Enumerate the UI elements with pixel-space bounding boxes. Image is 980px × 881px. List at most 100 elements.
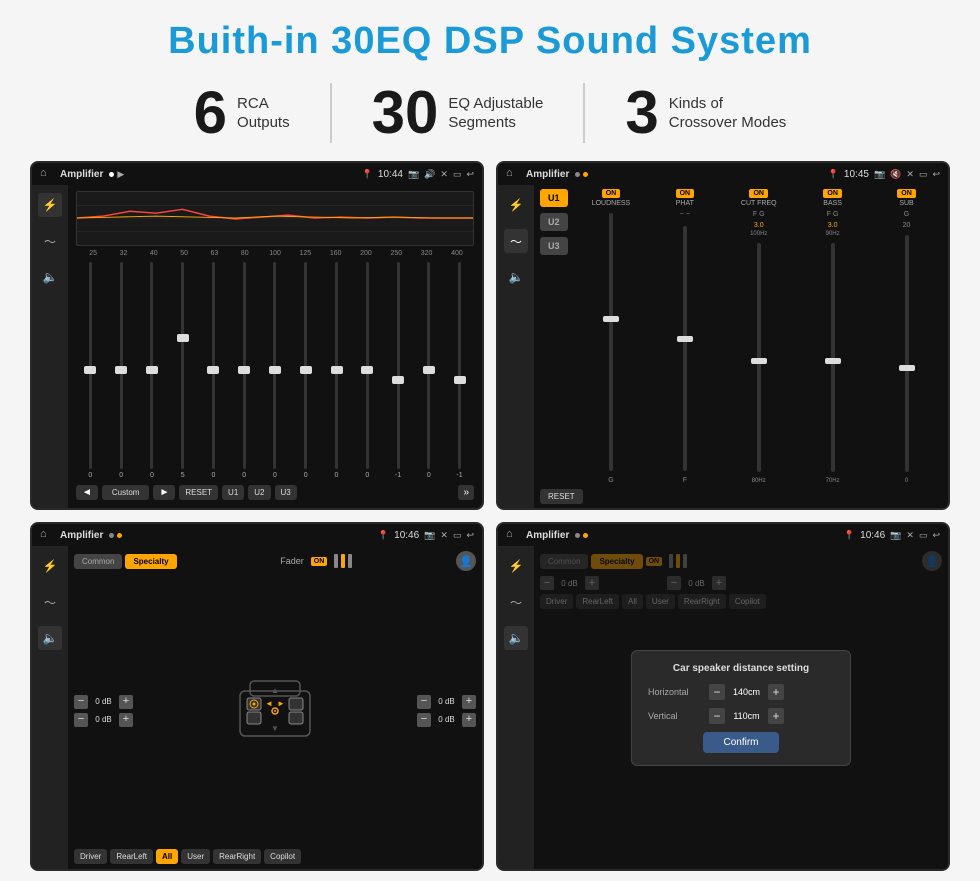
ctrl-bass: ON BASS F G 3.0 90Hz: [797, 189, 868, 484]
db-minus-rl[interactable]: −: [74, 713, 88, 727]
loudness-label: LOUDNESS: [592, 200, 631, 207]
wave-icon[interactable]: 〜: [38, 229, 62, 253]
rearright-btn-bl[interactable]: RearRight: [213, 849, 261, 864]
eq-icon-tr[interactable]: ⚡: [504, 193, 528, 217]
on-sub[interactable]: ON: [897, 189, 916, 198]
reset-crossover-btn[interactable]: RESET: [540, 489, 583, 504]
next-preset-btn[interactable]: ►: [153, 485, 175, 500]
freq-125: 125: [290, 250, 320, 257]
status-left-br: ⌂ Amplifier: [506, 528, 588, 542]
eq-icon[interactable]: ⚡: [38, 193, 62, 217]
slider-13[interactable]: -1: [445, 262, 474, 479]
tab-common-bl[interactable]: Common: [74, 554, 122, 569]
freq-320: 320: [411, 250, 441, 257]
copilot-btn-bl[interactable]: Copilot: [264, 849, 301, 864]
back-icon-br[interactable]: ↩: [932, 530, 940, 541]
crossover-bottom: RESET: [540, 484, 942, 504]
u3-crossover-btn[interactable]: U3: [540, 237, 568, 255]
expand-btn[interactable]: »: [458, 485, 474, 500]
person-icon[interactable]: 👤: [456, 551, 476, 571]
dot-tr1: [575, 172, 580, 177]
slider-6[interactable]: 0: [230, 262, 259, 479]
pin-icon-br: 📍: [844, 530, 855, 541]
db-value-fl: 0 dB: [91, 697, 116, 706]
slider-12[interactable]: 0: [414, 262, 443, 479]
speaker-icon-br[interactable]: 🔈: [504, 626, 528, 650]
speaker-icon-bl[interactable]: 🔈: [38, 626, 62, 650]
on-badge-fader[interactable]: ON: [311, 557, 328, 566]
horizontal-plus-btn[interactable]: +: [768, 684, 784, 700]
driver-btn-bl[interactable]: Driver: [74, 849, 107, 864]
all-btn-bl[interactable]: All: [156, 849, 178, 864]
home-icon-tr[interactable]: ⌂: [506, 167, 520, 181]
slider-3[interactable]: 0: [138, 262, 167, 479]
bass-hz: 90Hz: [826, 231, 840, 237]
reset-btn[interactable]: RESET: [179, 485, 218, 500]
slider-7[interactable]: 0: [261, 262, 290, 479]
user-btn-bl[interactable]: User: [181, 849, 210, 864]
home-icon-tl[interactable]: ⌂: [40, 167, 54, 181]
slider-2[interactable]: 0: [107, 262, 136, 479]
wave-icon-tr[interactable]: 〜: [504, 229, 528, 253]
db-minus-fr[interactable]: −: [417, 695, 431, 709]
fader-left-sliders: − 0 dB + − 0 dB +: [74, 576, 133, 845]
loudness-slider[interactable]: [609, 213, 613, 471]
horizontal-minus-btn[interactable]: −: [709, 684, 725, 700]
slider-1[interactable]: 0: [76, 262, 105, 479]
wave-icon-bl[interactable]: 〜: [38, 590, 62, 614]
home-icon-br[interactable]: ⌂: [506, 528, 520, 542]
on-phat[interactable]: ON: [676, 189, 695, 198]
on-cutfreq[interactable]: ON: [749, 189, 768, 198]
wave-icon-br[interactable]: 〜: [504, 590, 528, 614]
tab-specialty-bl[interactable]: Specialty: [125, 554, 176, 569]
screens-grid: ⌂ Amplifier ▶ 📍 10:44 📷 🔊 ✕ ▭ ↩: [30, 161, 950, 871]
volume-icon-br: ✕: [906, 530, 914, 541]
db-plus-rl[interactable]: +: [119, 713, 133, 727]
on-loudness[interactable]: ON: [602, 189, 621, 198]
slider-8[interactable]: 0: [291, 262, 320, 479]
back-icon-tr[interactable]: ↩: [932, 169, 940, 180]
fader-label: Fader: [280, 556, 304, 566]
speaker-icon[interactable]: 🔈: [38, 265, 62, 289]
slider-4[interactable]: 5: [168, 262, 197, 479]
stat-number-crossover: 3: [625, 83, 658, 143]
status-right-tl: 📍 10:44 📷 🔊 ✕ ▭ ↩: [362, 169, 474, 180]
freq-100: 100: [260, 250, 290, 257]
bass-slider[interactable]: [831, 243, 835, 472]
eq-icon-br[interactable]: ⚡: [504, 554, 528, 578]
prev-preset-btn[interactable]: ◄: [76, 485, 98, 500]
home-icon-bl[interactable]: ⌂: [40, 528, 54, 542]
ctrl-phat: ON PHAT ~ ~ F: [649, 189, 720, 484]
eq-icon-bl[interactable]: ⚡: [38, 554, 62, 578]
app-name-tr: Amplifier: [526, 169, 569, 180]
db-minus-fl[interactable]: −: [74, 695, 88, 709]
db-minus-rr[interactable]: −: [417, 713, 431, 727]
slider-5[interactable]: 0: [199, 262, 228, 479]
freq-50: 50: [169, 250, 199, 257]
cutfreq-slider[interactable]: [757, 243, 761, 472]
db-plus-fl[interactable]: +: [119, 695, 133, 709]
fader-car-area: − 0 dB + − 0 dB +: [74, 576, 476, 845]
speaker-icon-tr[interactable]: 🔈: [504, 265, 528, 289]
back-icon-tl[interactable]: ↩: [466, 169, 474, 180]
sub-slider[interactable]: [905, 235, 909, 472]
u2-btn[interactable]: U2: [248, 485, 270, 500]
slider-10[interactable]: 0: [353, 262, 382, 479]
u2-crossover-btn[interactable]: U2: [540, 213, 568, 231]
db-plus-fr[interactable]: +: [462, 695, 476, 709]
vertical-plus-btn[interactable]: +: [768, 708, 784, 724]
vertical-minus-btn[interactable]: −: [709, 708, 725, 724]
bg-fader-content: Common Specialty ON 👤: [540, 551, 942, 609]
slider-9[interactable]: 0: [322, 262, 351, 479]
on-bass[interactable]: ON: [823, 189, 842, 198]
confirm-btn[interactable]: Confirm: [703, 732, 778, 753]
back-icon-bl[interactable]: ↩: [466, 530, 474, 541]
u1-btn[interactable]: U1: [222, 485, 244, 500]
custom-preset-btn[interactable]: Custom: [102, 485, 150, 500]
u1-crossover-btn[interactable]: U1: [540, 189, 568, 207]
rearleft-btn-bl[interactable]: RearLeft: [110, 849, 153, 864]
u3-btn[interactable]: U3: [275, 485, 297, 500]
slider-11[interactable]: -1: [384, 262, 413, 479]
phat-slider[interactable]: [683, 226, 687, 471]
db-plus-rr[interactable]: +: [462, 713, 476, 727]
